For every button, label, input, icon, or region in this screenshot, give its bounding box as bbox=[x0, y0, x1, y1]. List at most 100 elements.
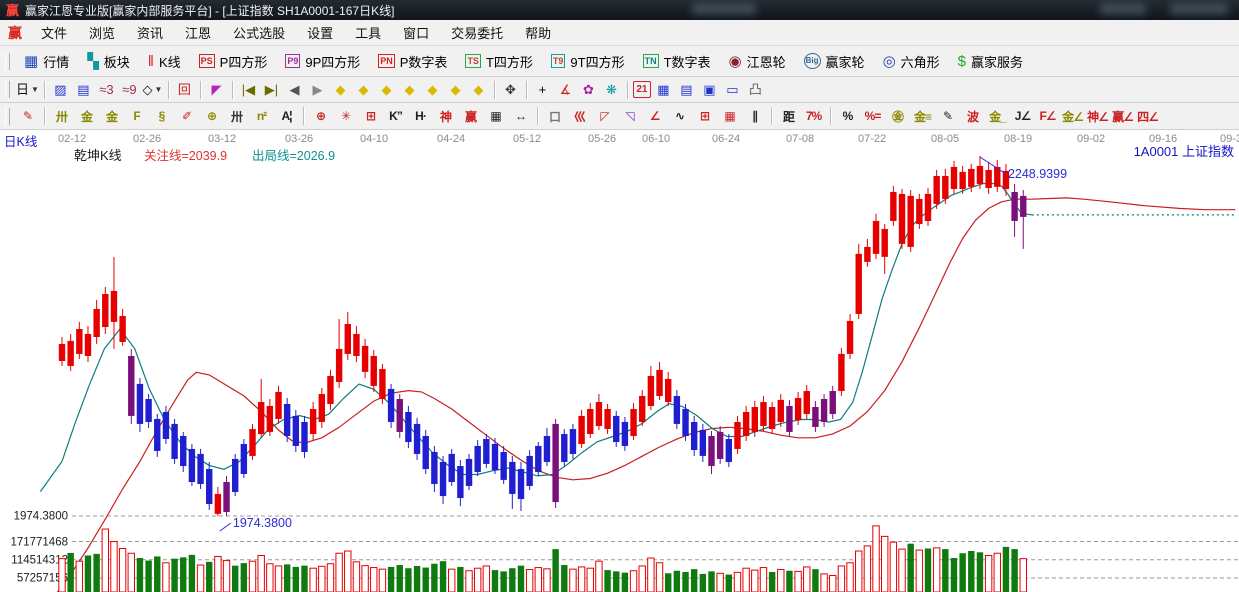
window-controls-blurred[interactable] bbox=[1170, 3, 1228, 15]
menu-item-窗口[interactable]: 窗口 bbox=[392, 26, 440, 41]
ying-angle-tool[interactable]: 赢∠ bbox=[1111, 106, 1134, 126]
sectors-button[interactable]: ▚ 板块 bbox=[78, 49, 139, 73]
pattern-view-tool[interactable]: ▨ bbox=[50, 80, 71, 100]
parallel-lines-tool[interactable]: ∥ bbox=[743, 106, 766, 126]
9t-square-button[interactable]: T9 9T四方形 bbox=[542, 49, 634, 73]
first-page-tool[interactable]: |◀ bbox=[238, 80, 259, 100]
crosshair-tool[interactable]: + bbox=[532, 80, 553, 100]
width-measure-tool[interactable]: ↔ bbox=[509, 106, 532, 126]
p-square-button[interactable]: PS P四方形 bbox=[190, 49, 277, 73]
shift-down-tool[interactable]: ◆ bbox=[445, 80, 466, 100]
circle-cross-tool[interactable]: ⊕ bbox=[309, 106, 332, 126]
four-angle-tool[interactable]: 四∠ bbox=[1136, 106, 1159, 126]
ying-ruler-tool[interactable]: 赢 bbox=[459, 106, 482, 126]
circle-ruler-tool[interactable]: ⊕ bbox=[200, 106, 223, 126]
printer-tool[interactable]: 凸 bbox=[745, 80, 766, 100]
calculator-tool[interactable]: ▦ bbox=[653, 80, 674, 100]
scale-ruler-tool[interactable]: ▦ bbox=[484, 106, 507, 126]
toolbar-grip[interactable] bbox=[5, 52, 10, 70]
gift-tool-tool[interactable]: ✿ bbox=[578, 80, 599, 100]
radial-web-tool[interactable]: ✳ bbox=[334, 106, 357, 126]
gold-ruler-2-tool[interactable]: 金 bbox=[100, 106, 123, 126]
gold-ruler-1-tool[interactable]: 金 bbox=[75, 106, 98, 126]
shen-angle-tool[interactable]: 神∠ bbox=[1086, 106, 1109, 126]
zigzag-tool-tool[interactable]: ∿ bbox=[668, 106, 691, 126]
candle-style-dropdown-icon[interactable]: ▼ bbox=[154, 83, 162, 97]
dual-kline-tool[interactable]: 回 bbox=[174, 80, 195, 100]
brain-tool-tool[interactable]: ❋ bbox=[601, 80, 622, 100]
calendar-tool[interactable]: 21 bbox=[632, 81, 651, 98]
grid-dots-tool[interactable]: ⊞ bbox=[693, 106, 716, 126]
menu-item-工具[interactable]: 工具 bbox=[344, 26, 392, 41]
gann-ruler-tool[interactable]: 卅 bbox=[50, 106, 73, 126]
percent-tool[interactable]: % bbox=[836, 106, 859, 126]
curve-9-tool[interactable]: ≈9 bbox=[119, 80, 140, 100]
last-page-tool[interactable]: ▶| bbox=[261, 80, 282, 100]
remote-monitor-tool[interactable]: ▭ bbox=[722, 80, 743, 100]
spacing-measure-tool[interactable]: 距 bbox=[777, 106, 800, 126]
t-number-table-button[interactable]: TN T数字表 bbox=[634, 49, 720, 73]
flag-sort-tool[interactable]: ◤ bbox=[206, 80, 227, 100]
kline-button[interactable]: ‖ K线 bbox=[139, 49, 190, 73]
shen-ruler-tool[interactable]: 神 bbox=[434, 106, 457, 126]
period-label[interactable]: 日K线 bbox=[4, 135, 38, 149]
gold-circle-tool[interactable]: ㊎ bbox=[886, 106, 909, 126]
winner-service-button[interactable]: $ 赢家服务 bbox=[949, 49, 1032, 73]
j-angle-tool[interactable]: J∠ bbox=[1011, 106, 1034, 126]
trend-angle-tool[interactable]: ∠ bbox=[643, 106, 666, 126]
square-web-tool[interactable]: ⊞ bbox=[359, 106, 382, 126]
k-notation-tool[interactable]: K” bbox=[384, 106, 407, 126]
list-view-tool[interactable]: ▤ bbox=[73, 80, 94, 100]
p-number-table-button[interactable]: PN P数字表 bbox=[369, 49, 456, 73]
spiral-ruler-tool[interactable]: § bbox=[150, 106, 173, 126]
9p-square-button[interactable]: P9 9P四方形 bbox=[276, 49, 369, 73]
wave-tool-tool[interactable]: 波 bbox=[961, 106, 984, 126]
angle-percent-tool[interactable]: 7% bbox=[802, 106, 825, 126]
plain-ruler-tool[interactable]: 卅 bbox=[225, 106, 248, 126]
menu-item-浏览[interactable]: 浏览 bbox=[78, 26, 126, 41]
chart-canvas[interactable]: 02-12 02-26 03-12 03-26 04-10 04-24 05-12 05-26… bbox=[0, 130, 1239, 592]
t-square-button[interactable]: TS T四方形 bbox=[456, 49, 541, 73]
menu-item-公式选股[interactable]: 公式选股 bbox=[222, 26, 296, 41]
toolbar-grip[interactable] bbox=[5, 107, 10, 125]
pen-annotate-tool[interactable]: ✎ bbox=[936, 106, 959, 126]
shift-up-tool[interactable]: ◆ bbox=[422, 80, 443, 100]
n2-ruler-tool[interactable]: n² bbox=[250, 106, 273, 126]
period-daily-tool[interactable]: 日 ▼ bbox=[16, 80, 39, 100]
box-fan-tool[interactable]: ◸ bbox=[593, 106, 616, 126]
gold-lines-tool[interactable]: 金≡ bbox=[911, 106, 934, 126]
pan-hand-tool[interactable]: ✥ bbox=[500, 80, 521, 100]
gold-angle-tool[interactable]: 金∠ bbox=[1061, 106, 1084, 126]
menu-item-江恩[interactable]: 江恩 bbox=[174, 26, 222, 41]
curve-3-tool[interactable]: ≈3 bbox=[96, 80, 117, 100]
zoom-in-tool[interactable]: ◆ bbox=[376, 80, 397, 100]
quotes-button[interactable]: ▦ 行情 bbox=[15, 49, 78, 73]
zoom-out-tool[interactable]: ◆ bbox=[399, 80, 420, 100]
f-angle-tool[interactable]: F∠ bbox=[1036, 106, 1059, 126]
menu-item-交易委托[interactable]: 交易委托 bbox=[440, 26, 514, 41]
grid-box-tool[interactable]: ▦ bbox=[718, 106, 741, 126]
h-notation-tool[interactable]: H· bbox=[409, 106, 432, 126]
box-tool-tool[interactable]: 口 bbox=[543, 106, 566, 126]
marker-pen-tool[interactable]: ✐ bbox=[175, 106, 198, 126]
report-tool[interactable]: ▤ bbox=[676, 80, 697, 100]
next-page-tool[interactable]: ▶ bbox=[307, 80, 328, 100]
menu-item-设置[interactable]: 设置 bbox=[296, 26, 344, 41]
menu-item-资讯[interactable]: 资讯 bbox=[126, 26, 174, 41]
hexagon-button[interactable]: ◎ 六角形 bbox=[874, 49, 949, 73]
text-label-tool[interactable]: A¦ bbox=[275, 106, 298, 126]
fit-all-tool[interactable]: ◆ bbox=[468, 80, 489, 100]
period-daily-dropdown-icon[interactable]: ▼ bbox=[31, 83, 39, 97]
winner-wheel-button[interactable]: Big 赢家轮 bbox=[795, 49, 874, 73]
box-diagonal-tool[interactable]: ◹ bbox=[618, 106, 641, 126]
save-tool[interactable]: ▣ bbox=[699, 80, 720, 100]
fan-lines-tool[interactable]: 巛 bbox=[568, 106, 591, 126]
angle-measure-tool[interactable]: ∡ bbox=[555, 80, 576, 100]
pen-tool-tool[interactable]: ✎ bbox=[16, 106, 39, 126]
shift-right-tool[interactable]: ◆ bbox=[353, 80, 374, 100]
fibo-ruler-tool[interactable]: F bbox=[125, 106, 148, 126]
gann-wheel-button[interactable]: ◉ 江恩轮 bbox=[720, 49, 795, 73]
prev-page-tool[interactable]: ◀ bbox=[284, 80, 305, 100]
menu-item-文件[interactable]: 文件 bbox=[30, 26, 78, 41]
menu-item-帮助[interactable]: 帮助 bbox=[514, 26, 562, 41]
